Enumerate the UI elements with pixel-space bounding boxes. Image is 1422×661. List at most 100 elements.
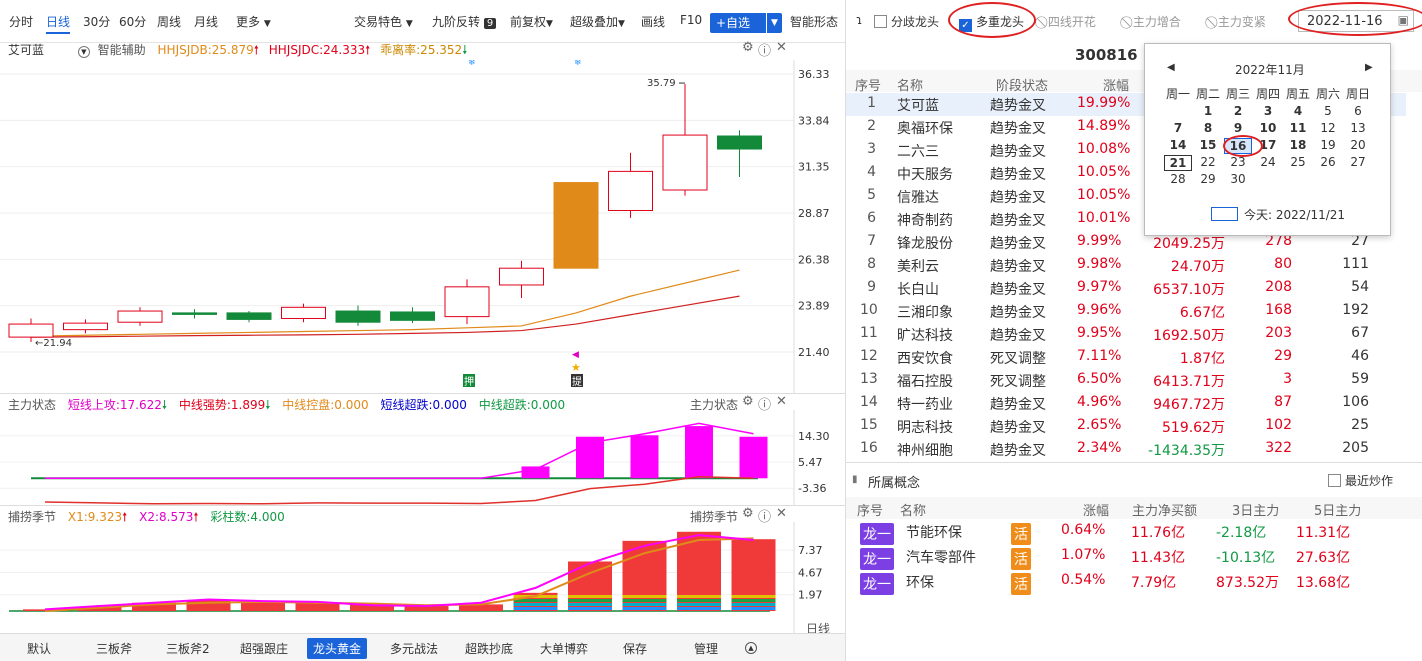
calendar-day[interactable]: 4 (1284, 104, 1312, 118)
overlay-menu[interactable]: 超级叠加▼ (570, 13, 625, 30)
table-row[interactable]: 14 特一药业 趋势金叉 4.96% 9467.72万 87 106 (846, 392, 1406, 415)
table-row[interactable]: 13 福石控股 死叉调整 6.50% 6413.71万 3 59 (846, 369, 1406, 392)
period-60min[interactable]: 60分 (119, 13, 146, 30)
tab-super-follow[interactable]: 超强跟庄 (240, 640, 288, 657)
candle-body[interactable] (117, 310, 163, 323)
calendar-day[interactable]: 19 (1314, 138, 1342, 152)
table-row[interactable]: 10 三湘印象 趋势金叉 9.96% 6.67亿 168 192 (846, 300, 1406, 323)
calendar-day[interactable]: 21 (1164, 155, 1192, 171)
season-bar[interactable] (295, 602, 340, 611)
calendar-day[interactable]: 6 (1344, 104, 1372, 118)
tab-sanbanfu2[interactable]: 三板斧2 (166, 640, 210, 657)
collapse-icon[interactable]: ▲ (745, 642, 757, 654)
calendar-day[interactable]: 30 (1224, 172, 1252, 186)
adjust-menu[interactable]: 前复权▼ (510, 13, 553, 30)
force-bar[interactable] (739, 436, 768, 479)
settings-icon[interactable]: ⚙ (742, 40, 754, 55)
calendar-day[interactable]: 29 (1194, 172, 1222, 186)
calendar-day[interactable]: 25 (1284, 155, 1312, 169)
calendar-day[interactable]: 20 (1344, 138, 1372, 152)
tab-multi-tactics[interactable]: 多元战法 (390, 640, 438, 657)
period-daily[interactable]: 日线 (46, 13, 71, 34)
force-bar[interactable] (685, 426, 713, 479)
calendar-day[interactable]: 9 (1224, 121, 1252, 135)
col-net-buy[interactable]: 主力净买额 (1132, 500, 1197, 519)
concept-row[interactable]: 龙一 环保 活 0.54% 7.79亿 873.52万 13.68亿 (846, 572, 1406, 596)
nine-reversal-button[interactable]: 九阶反转 9 (432, 13, 497, 30)
col-name[interactable]: 名称 (900, 500, 926, 519)
table-row[interactable]: 11 旷达科技 趋势金叉 9.95% 1692.50万 203 67 (846, 323, 1406, 346)
calendar-day[interactable]: 1 (1194, 104, 1222, 118)
trade-feature-menu[interactable]: 交易特色 ▼ (354, 13, 413, 30)
tab-big-order[interactable]: 大单博弈 (540, 640, 588, 657)
close-icon[interactable]: ✕ (776, 394, 787, 409)
today-link[interactable]: 今天: 2022/11/21 (1244, 206, 1345, 223)
f10-button[interactable]: F10 (680, 13, 702, 27)
add-watchlist-button[interactable]: +自选 ▼ (710, 13, 782, 33)
col-3day[interactable]: 3日主力 (1232, 500, 1279, 519)
calendar-day[interactable]: 11 (1284, 121, 1312, 135)
close-icon[interactable]: ✕ (776, 506, 787, 521)
table-row[interactable]: 16 神州细胞 趋势金叉 2.34% -1434.35万 322 205 (846, 438, 1406, 461)
candle-body[interactable] (662, 134, 708, 191)
period-more[interactable]: 更多 ▼ (236, 13, 271, 30)
calendar-day[interactable]: 10 (1254, 121, 1282, 135)
candle-body[interactable] (281, 306, 326, 319)
option-four-line[interactable]: ⃠ 四线开花 (1044, 13, 1096, 30)
calendar-day[interactable]: 5 (1314, 104, 1342, 118)
candle-body[interactable] (608, 170, 653, 211)
period-monthly[interactable]: 月线 (194, 13, 218, 30)
table-row[interactable]: 15 明志科技 趋势金叉 2.65% 519.62万 102 25 (846, 415, 1406, 438)
checkbox-icon[interactable] (874, 15, 887, 28)
close-icon[interactable]: ✕ (776, 40, 787, 55)
tab-save[interactable]: 保存 (623, 640, 647, 657)
period-30min[interactable]: 30分 (83, 13, 110, 30)
prev-month-icon[interactable]: ◀ (1167, 62, 1175, 73)
smart-form-button[interactable]: 智能形态 (790, 13, 838, 30)
option-main-force-add[interactable]: ⃠ 主力增合 (1129, 13, 1181, 30)
scroll-left-icon[interactable]: ɿ (856, 13, 862, 27)
settings-icon[interactable]: ⚙ (742, 394, 754, 409)
calendar-day[interactable]: 14 (1164, 138, 1192, 152)
col-5day[interactable]: 5日主力 (1314, 500, 1361, 519)
calendar-day[interactable]: 13 (1344, 121, 1372, 135)
period-weekly[interactable]: 周线 (157, 13, 181, 30)
settings-icon[interactable]: ⚙ (742, 506, 754, 521)
candle-body[interactable] (390, 311, 435, 321)
table-row[interactable]: 12 西安饮食 死叉调整 7.11% 1.87亿 29 46 (846, 346, 1406, 369)
col-name[interactable]: 名称 (897, 75, 923, 94)
draw-line-button[interactable]: 画线 (641, 13, 665, 30)
option-main-force-tight[interactable]: ⃠ 主力变紧 (1214, 13, 1266, 30)
col-index[interactable]: 序号 (857, 500, 883, 519)
candle-body[interactable] (553, 182, 599, 269)
tab-sanbanfu[interactable]: 三板斧 (96, 640, 132, 657)
col-index[interactable]: 序号 (855, 75, 881, 94)
calendar-day[interactable]: 26 (1314, 155, 1342, 169)
force-bar[interactable] (521, 466, 550, 479)
col-stage[interactable]: 阶段状态 (996, 75, 1048, 94)
calendar-day[interactable]: 24 (1254, 155, 1282, 169)
tab-leader-gold[interactable]: 龙头黄金 (307, 638, 368, 659)
period-fenshi[interactable]: 分时 (9, 13, 33, 30)
candlestick-chart[interactable]: 36.33 33.84 31.35 28.87 26.38 23.89 21.40 35.79… (0, 60, 845, 393)
concept-row[interactable]: 龙一 节能环保 活 0.64% 11.76亿 -2.18亿 11.31亿 (846, 522, 1406, 546)
candle-body[interactable] (172, 312, 217, 315)
fishing-season-chart[interactable]: 7.37 4.67 1.97 (0, 522, 845, 633)
candle-body[interactable] (444, 286, 490, 318)
calendar-day[interactable]: 18 (1284, 138, 1312, 152)
main-force-chart[interactable]: 14.30 5.47 -3.36 (0, 410, 845, 505)
candle-body[interactable] (63, 322, 108, 331)
checkbox-icon[interactable] (1328, 474, 1341, 487)
calendar-day[interactable]: 12 (1314, 121, 1342, 135)
calendar-day[interactable]: 15 (1194, 138, 1222, 152)
help-icon[interactable]: ⓘ (758, 40, 771, 59)
calendar-day[interactable]: 28 (1164, 172, 1192, 186)
tab-oversold[interactable]: 超跌抄底 (465, 640, 513, 657)
candle-body[interactable] (8, 323, 54, 338)
recent-hype-checkbox[interactable]: 最近炒作 (1328, 472, 1393, 489)
col-change[interactable]: 涨幅 (1083, 500, 1109, 519)
calendar-day[interactable]: 2 (1224, 104, 1252, 118)
expand-icon[interactable]: ▼ (77, 46, 90, 58)
candle-body[interactable] (499, 267, 544, 286)
table-row[interactable]: 9 长白山 趋势金叉 9.97% 6537.10万 208 54 (846, 277, 1406, 300)
